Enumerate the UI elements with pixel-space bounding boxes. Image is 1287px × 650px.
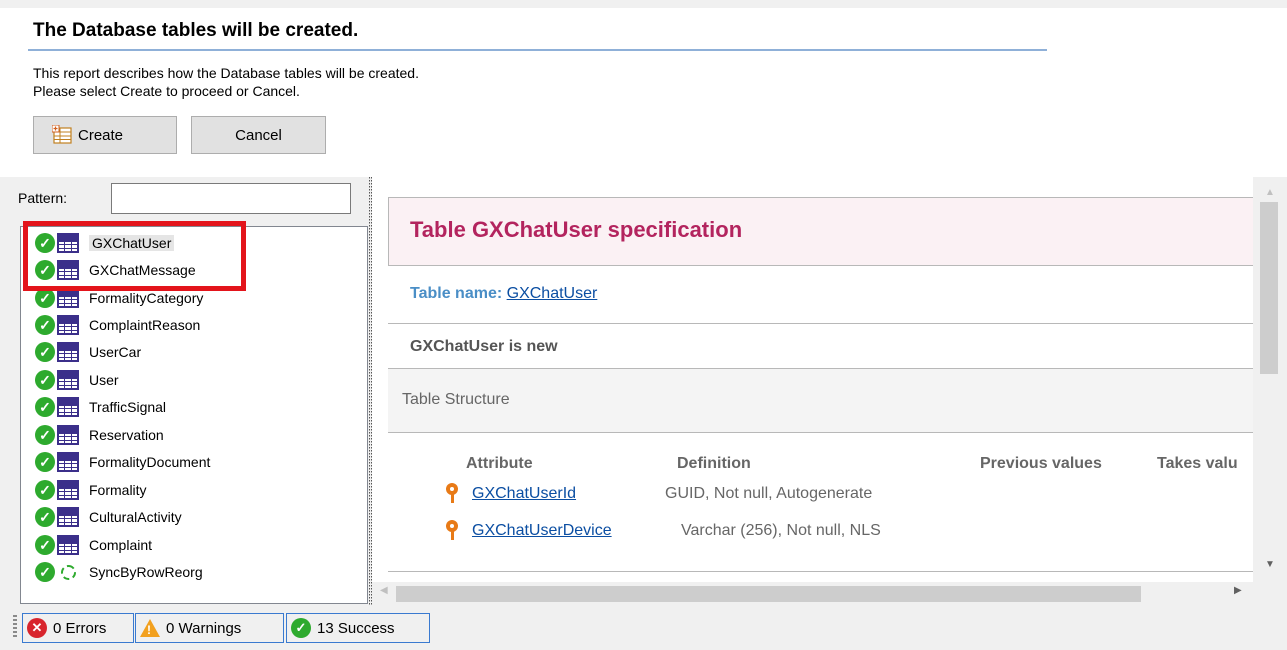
list-item-label: TrafficSignal: [89, 399, 167, 415]
table-icon: [57, 397, 79, 417]
table-name-row: Table name: GXChatUser: [388, 265, 1256, 323]
attributes-table: Attribute Definition Previous values Tak…: [388, 432, 1256, 572]
success-check-icon: ✓: [35, 562, 55, 582]
attribute-definition: GUID, Not null, Autogenerate: [665, 485, 873, 502]
list-item-label: User: [89, 372, 119, 388]
attribute-link[interactable]: GXChatUserId: [472, 485, 576, 503]
page-title: The Database tables will be created.: [33, 20, 359, 41]
primary-key-icon: [446, 520, 458, 540]
pattern-label: Pattern:: [18, 190, 68, 206]
description-line-1: This report describes how the Database t…: [33, 65, 419, 81]
list-item-label: Reservation: [89, 427, 164, 443]
attribute-definition: Varchar (256), Not null, NLS: [681, 522, 881, 539]
table-icon: [57, 425, 79, 445]
cancel-button[interactable]: Cancel: [191, 116, 326, 154]
title-divider: [28, 49, 1047, 51]
table-icon: [57, 370, 79, 390]
vertical-scroll-thumb[interactable]: [1260, 202, 1278, 374]
success-check-icon: ✓: [35, 315, 55, 335]
list-item-label: SyncByRowReorg: [89, 564, 203, 580]
errors-count: 0 Errors: [53, 619, 107, 637]
success-check-icon: ✓: [35, 507, 55, 527]
list-item[interactable]: ✓ Complaint: [35, 532, 152, 558]
success-count: 13 Success: [317, 619, 395, 637]
success-check-icon: ✓: [35, 397, 55, 417]
list-item-label: ComplaintReason: [89, 317, 201, 333]
horizontal-scrollbar[interactable]: ◀ ▶: [372, 582, 1287, 605]
success-check-icon: ✓: [35, 288, 55, 308]
success-check-icon: ✓: [35, 452, 55, 472]
success-check-icon: ✓: [35, 535, 55, 555]
column-header-takes-values: Takes valu: [1157, 455, 1238, 472]
structure-row: Table Structure: [388, 368, 1256, 432]
success-check-icon: ✓: [35, 480, 55, 500]
create-table-icon: [51, 124, 74, 145]
table-name-label: Table name: GXChatUser: [410, 285, 597, 303]
table-icon: [57, 480, 79, 500]
warnings-count: 0 Warnings: [166, 619, 242, 637]
sync-icon: [57, 562, 79, 582]
list-item[interactable]: ✓ FormalityDocument: [35, 449, 210, 475]
column-header-definition: Definition: [677, 455, 751, 472]
create-button-label: Create: [78, 126, 124, 144]
column-header-attribute: Attribute: [466, 455, 533, 472]
list-item[interactable]: ✓ TrafficSignal: [35, 394, 166, 420]
spec-title: Table GXChatUser specification: [410, 217, 743, 242]
table-icon: [57, 535, 79, 555]
vertical-scrollbar[interactable]: ▲ ▼: [1253, 177, 1287, 582]
error-icon: ✕: [27, 618, 47, 638]
create-button[interactable]: Create: [33, 116, 177, 154]
list-item-label: UserCar: [89, 344, 142, 360]
success-check-icon: ✓: [35, 342, 55, 362]
scroll-down-arrow-icon[interactable]: ▼: [1265, 559, 1275, 570]
table-icon: [57, 315, 79, 335]
scroll-up-arrow-icon[interactable]: ▲: [1265, 187, 1275, 198]
list-item[interactable]: ✓ Reservation: [35, 422, 164, 448]
success-check-icon: ✓: [35, 425, 55, 445]
spec-header: Table GXChatUser specification: [388, 197, 1256, 265]
list-item-label: Formality: [89, 482, 147, 498]
list-item[interactable]: ✓ SyncByRowReorg: [35, 559, 203, 585]
cancel-button-label: Cancel: [235, 126, 282, 144]
highlight-annotation: [23, 221, 246, 291]
warning-icon: !: [140, 619, 160, 637]
list-item[interactable]: ✓ User: [35, 367, 119, 393]
top-strip: [0, 0, 1287, 8]
structure-heading: Table Structure: [402, 391, 510, 408]
pattern-input[interactable]: [111, 183, 351, 214]
list-item[interactable]: ✓ ComplaintReason: [35, 312, 200, 338]
warnings-filter-button[interactable]: ! 0 Warnings: [135, 613, 284, 643]
is-new-text: GXChatUser is new: [410, 338, 558, 355]
errors-filter-button[interactable]: ✕ 0 Errors: [22, 613, 134, 643]
status-bar: ✕ 0 Errors ! 0 Warnings ✓ 13 Success: [0, 605, 1287, 650]
table-icon: [57, 452, 79, 472]
table-name-link[interactable]: GXChatUser: [507, 285, 598, 302]
column-header-previous-values: Previous values: [980, 455, 1102, 472]
success-check-icon: ✓: [291, 618, 311, 638]
horizontal-scroll-thumb[interactable]: [396, 586, 1141, 602]
list-item-label: FormalityDocument: [89, 454, 211, 470]
success-filter-button[interactable]: ✓ 13 Success: [286, 613, 430, 643]
list-item[interactable]: ✓ Formality: [35, 477, 147, 503]
list-item[interactable]: ✓ CulturalActivity: [35, 504, 182, 530]
scroll-right-arrow-icon[interactable]: ▶: [1234, 585, 1242, 596]
attribute-link[interactable]: GXChatUserDevice: [472, 522, 612, 540]
table-name-caption: Table name:: [410, 285, 507, 302]
list-item[interactable]: ✓ UserCar: [35, 339, 141, 365]
list-item-label: CulturalActivity: [89, 509, 182, 525]
scroll-left-arrow-icon[interactable]: ◀: [380, 585, 388, 596]
table-icon: [57, 507, 79, 527]
list-item-label: FormalityCategory: [89, 290, 204, 306]
is-new-row: GXChatUser is new: [388, 323, 1256, 368]
table-icon: [57, 288, 79, 308]
table-icon: [57, 342, 79, 362]
report-panel: Table GXChatUser specification Table nam…: [372, 177, 1287, 605]
toolbar-grip[interactable]: [13, 615, 17, 639]
primary-key-icon: [446, 483, 458, 503]
list-item-label: Complaint: [89, 537, 153, 553]
description-line-2: Please select Create to proceed or Cance…: [33, 83, 300, 99]
success-check-icon: ✓: [35, 370, 55, 390]
